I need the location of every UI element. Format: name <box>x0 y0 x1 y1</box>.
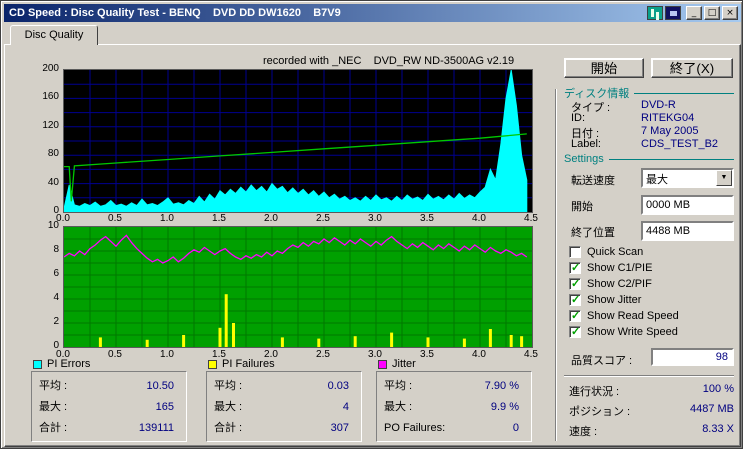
stat-row-total: 合計 : 139111 <box>39 418 174 439</box>
stat-value: 9.9 % <box>490 401 519 413</box>
quality-score-value: 98 <box>651 348 734 366</box>
stat-value: 10.50 <box>146 380 174 392</box>
disc-label-label: Label: <box>571 138 601 150</box>
disc-id-value: RITEKG04 <box>641 112 695 124</box>
stat-value: 0.03 <box>327 380 349 392</box>
checkbox-label: Quick Scan <box>587 246 644 258</box>
checkbox-show-c2-pif[interactable]: Show C2/PIF <box>569 277 652 291</box>
checkbox-box[interactable] <box>569 246 581 258</box>
checkbox-label: Show Read Speed <box>587 310 679 322</box>
speed-value: 8.33 X <box>702 423 734 435</box>
chart-icon[interactable] <box>647 6 663 20</box>
pi-failures-statbox: 平均 : 0.03 最大 : 4 合計 : 307 <box>206 371 362 442</box>
checkbox-box[interactable] <box>569 277 581 290</box>
pi-failures-legend: PI Failures <box>208 358 275 370</box>
start-test-button[interactable]: 開始 <box>564 58 644 78</box>
checkbox-box[interactable] <box>569 293 581 306</box>
recorded-note: recorded with _NEC DVD_RW ND-3500AG v2.1… <box>263 55 515 67</box>
settings-header: Settings <box>564 153 734 165</box>
close-button[interactable]: × <box>722 6 738 20</box>
stat-value: 0 <box>512 422 519 434</box>
section-line <box>608 158 734 160</box>
start-position-label: 開始 <box>571 201 593 213</box>
checkbox-label: Show C2/PIF <box>587 278 652 290</box>
jitter-statbox: 平均 : 7.90 % 最大 : 9.9 % PO Failures: 0 <box>376 371 532 442</box>
jitter-chart <box>63 226 533 348</box>
maximize-button[interactable]: □ <box>704 6 720 20</box>
checkbox-box[interactable] <box>569 309 581 322</box>
exit-button[interactable]: 終了(X) <box>651 58 733 78</box>
checkbox-show-read-speed[interactable]: Show Read Speed <box>569 309 679 323</box>
transfer-speed-select[interactable]: 最大 ▼ <box>641 168 734 188</box>
checkbox-show-jitter[interactable]: Show Jitter <box>569 293 641 307</box>
stat-value: 139111 <box>138 422 174 434</box>
disc-label-value: CDS_TEST_B2 <box>641 138 719 150</box>
stat-row-po-failures: PO Failures: 0 <box>384 418 519 439</box>
pi-errors-legend: PI Errors <box>33 358 90 370</box>
stat-label: 合計 : <box>39 422 68 434</box>
checkbox-label: Show Jitter <box>587 294 642 306</box>
stat-row-max: 最大 : 165 <box>39 397 174 418</box>
minimize-button[interactable]: _ <box>686 6 702 20</box>
titlebar[interactable]: CD Speed : Disc Quality Test - BENQ DVD … <box>4 4 741 22</box>
pi-errors-swatch <box>33 359 42 369</box>
stat-label: 最大 : <box>214 401 243 413</box>
stat-label: PO Failures: <box>384 422 446 434</box>
settings-title: Settings <box>564 153 604 165</box>
stat-value: 307 <box>330 422 349 434</box>
transfer-speed-value: 最大 <box>646 174 668 186</box>
stat-row-average: 平均 : 10.50 <box>39 376 174 397</box>
pi-errors-chart <box>63 69 533 213</box>
jitter-legend-label: Jitter <box>392 358 416 370</box>
divider <box>564 375 734 377</box>
checkbox-show-c1-pie[interactable]: Show C1/PIE <box>569 261 652 275</box>
speed-label: 速度 : <box>569 426 598 438</box>
app-window: CD Speed : Disc Quality Test - BENQ DVD … <box>0 0 743 449</box>
chevron-down-icon[interactable]: ▼ <box>716 170 732 186</box>
stat-label: 平均 : <box>214 380 243 392</box>
stat-row-average: 平均 : 0.03 <box>214 376 349 397</box>
quality-score-label: 品質スコア : <box>571 355 633 367</box>
end-position-input[interactable] <box>641 221 734 241</box>
jitter-legend: Jitter <box>378 358 416 370</box>
section-line <box>634 92 734 94</box>
pi-errors-statbox: 平均 : 10.50 最大 : 165 合計 : 139111 <box>31 371 187 442</box>
position-label: ポジション : <box>569 406 631 418</box>
checkbox-show-write-speed[interactable]: Show Write Speed <box>569 325 678 339</box>
pi-errors-legend-label: PI Errors <box>47 358 91 370</box>
stat-label: 合計 : <box>214 422 243 434</box>
disc-icon[interactable] <box>665 6 681 20</box>
stat-row-total: 合計 : 307 <box>214 418 349 439</box>
disc-date-value: 7 May 2005 <box>641 125 699 137</box>
jitter-swatch <box>378 359 387 369</box>
start-position-input[interactable] <box>641 195 734 215</box>
progress-value: 100 % <box>702 383 734 395</box>
stat-value: 7.90 % <box>484 380 519 392</box>
checkbox-box[interactable] <box>569 325 581 338</box>
position-value: 4487 MB <box>689 403 734 415</box>
stat-label: 平均 : <box>384 380 413 392</box>
sidebar-divider <box>555 89 557 441</box>
checkbox-quick-scan[interactable]: Quick Scan <box>569 245 643 259</box>
stat-row-average: 平均 : 7.90 % <box>384 376 519 397</box>
stat-value: 165 <box>155 401 174 413</box>
checkbox-label: Show Write Speed <box>587 326 678 338</box>
stat-label: 最大 : <box>384 401 413 413</box>
stat-value: 4 <box>342 401 349 413</box>
progress-label: 進行状況 : <box>569 386 620 398</box>
pi-failures-legend-label: PI Failures <box>222 358 275 370</box>
checkbox-label: Show C1/PIE <box>587 262 653 274</box>
tab-disc-quality[interactable]: Disc Quality <box>10 25 98 45</box>
disc-id-label: ID: <box>571 112 586 124</box>
end-position-label: 終了位置 <box>571 227 615 239</box>
stat-row-max: 最大 : 4 <box>214 397 349 418</box>
checkbox-box[interactable] <box>569 261 581 274</box>
stat-label: 最大 : <box>39 401 68 413</box>
pi-failures-swatch <box>208 359 217 369</box>
stat-row-max: 最大 : 9.9 % <box>384 397 519 418</box>
transfer-speed-label: 転送速度 <box>571 175 615 187</box>
window-title: CD Speed : Disc Quality Test - BENQ DVD … <box>9 7 341 19</box>
stat-label: 平均 : <box>39 380 68 392</box>
disc-type-value: DVD-R <box>641 99 676 111</box>
